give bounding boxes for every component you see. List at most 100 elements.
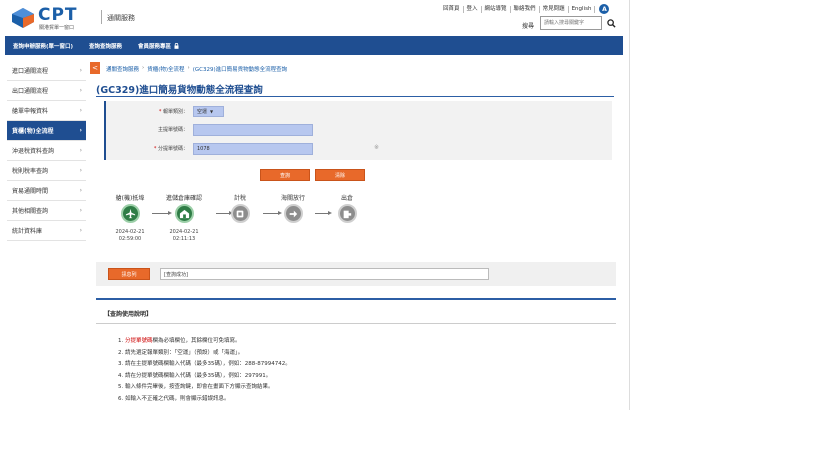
form-row-master: 主提單號碼： bbox=[106, 122, 612, 137]
type-label: * 報單類別： bbox=[158, 109, 188, 115]
logo-text: CPT bbox=[38, 5, 78, 25]
step-time: 02:11:13 bbox=[172, 236, 196, 242]
nav-item-label: 查詢查詢服務 bbox=[89, 43, 123, 50]
sidebar-item-label: 進口通關流程 bbox=[12, 68, 49, 75]
sidebar-item-label: 貨櫃(物)全流程 bbox=[12, 128, 54, 135]
sidebar-item-release-time[interactable]: 貿易通關時間 › bbox=[7, 181, 86, 201]
step-label: 計稅 bbox=[233, 195, 246, 202]
form-row-type: * 報單類別： 空運 ▼ bbox=[106, 104, 612, 119]
chevron-right-icon: › bbox=[79, 207, 82, 214]
top-link-login[interactable]: 登入 bbox=[464, 5, 482, 13]
house-bill-input[interactable]: 1078 bbox=[193, 143, 313, 155]
nav-item-member[interactable]: 會員服務專區 bbox=[130, 36, 187, 55]
house-bill-label: * 分提單號碼： bbox=[153, 146, 188, 152]
search-input[interactable] bbox=[540, 16, 602, 30]
sidebar-item-statistics[interactable]: 統計資料庫 › bbox=[7, 221, 86, 241]
instruction-line: 2. 請先選定報單類別：「空運」（預設）或「海運」。 bbox=[118, 349, 244, 356]
process-step-exit: 出倉 bbox=[320, 193, 374, 223]
breadcrumb-item: (GC329)進口簡易貨物動態全流程查詢 bbox=[192, 67, 288, 73]
search-button[interactable] bbox=[604, 16, 618, 30]
top-link-home[interactable]: 回首頁 bbox=[440, 5, 464, 13]
sidebar-item-container-flow[interactable]: 貨櫃(物)全流程 › bbox=[7, 121, 86, 141]
step-label: 出倉 bbox=[340, 195, 353, 202]
process-step-release: 海關放行 bbox=[266, 193, 320, 223]
nav-item-label: 查詢申辦服務(單一窗口) bbox=[13, 43, 74, 50]
note-star: ※ bbox=[374, 144, 380, 151]
top-link-faq[interactable]: 常見問題 bbox=[540, 5, 569, 13]
query-button[interactable]: 查詢 bbox=[260, 169, 310, 181]
brand-name: 通關服務 bbox=[107, 14, 135, 22]
sidebar-item-import[interactable]: 進口通關流程 › bbox=[7, 61, 86, 81]
nav-item-apply[interactable]: 查詢申辦服務(單一窗口) bbox=[5, 36, 81, 55]
message-bar-button[interactable]: 訊息列 bbox=[108, 268, 150, 280]
tax-icon bbox=[230, 204, 250, 223]
nav-item-query[interactable]: 查詢查詢服務 bbox=[81, 36, 130, 55]
top-link-contact[interactable]: 聯絡我們 bbox=[511, 5, 540, 13]
lock-icon bbox=[174, 42, 179, 49]
nav-item-label: 會員服務專區 bbox=[138, 43, 172, 50]
clear-button[interactable]: 清除 bbox=[315, 169, 365, 181]
instruction-line: 1. 分提單號碼欄為必填欄位，其餘欄位可免填寫。 bbox=[118, 338, 241, 344]
warehouse-icon bbox=[174, 204, 194, 223]
chevron-right-icon: › bbox=[79, 127, 82, 134]
title-divider bbox=[96, 96, 614, 97]
sidebar-item-tariff[interactable]: 稅則稅率查詢 › bbox=[7, 161, 86, 181]
instructions-title: 【查詢使用說明】 bbox=[104, 311, 153, 318]
page-title: (GC329)進口簡易貨物動態全流程查詢 bbox=[96, 85, 263, 96]
step-label: 艙(機)抵埠 bbox=[115, 195, 145, 202]
site-logo[interactable]: CPT 關港貿單一窗口 bbox=[10, 5, 100, 31]
message-field: [查詢成功] bbox=[160, 268, 489, 280]
app-root: CPT 關港貿單一窗口 通關服務 回首頁 登入 網站導覽 聯絡我們 常見問題 E… bbox=[0, 0, 825, 464]
top-links: 回首頁 登入 網站導覽 聯絡我們 常見問題 English A bbox=[440, 4, 610, 14]
type-select-value: 空運 bbox=[197, 109, 208, 115]
instructions-panel: 【查詢使用說明】 1. 分提單號碼欄為必填欄位，其餘欄位可免填寫。 2. 請先選… bbox=[96, 298, 616, 410]
chevron-right-icon: › bbox=[79, 167, 82, 174]
sidebar-item-label: 艙單申報資料 bbox=[12, 108, 49, 115]
chevron-right-icon: › bbox=[79, 187, 82, 194]
main-nav: 查詢申辦服務(單一窗口) 查詢查詢服務 會員服務專區 bbox=[5, 36, 623, 55]
sidebar-item-manifest[interactable]: 艙單申報資料 › bbox=[7, 101, 86, 121]
sidebar-item-label: 貿易通關時間 bbox=[12, 188, 49, 195]
type-select[interactable]: 空運 ▼ bbox=[193, 106, 224, 117]
step-date: 2024-02-21 bbox=[169, 229, 199, 235]
instructions-list: 1. 分提單號碼欄為必填欄位，其餘欄位可免填寫。 2. 請先選定報單類別：「空運… bbox=[118, 336, 291, 405]
arrow-right-icon bbox=[283, 204, 303, 223]
exit-icon bbox=[337, 204, 357, 223]
breadcrumb-separator: › bbox=[142, 65, 145, 71]
master-bill-input[interactable] bbox=[193, 124, 313, 136]
step-label: 海關放行 bbox=[280, 195, 305, 202]
breadcrumb: 通關查詢服務 › 貨櫃(物)全流程 › (GC329)進口簡易貨物動態全流程查詢 bbox=[106, 65, 287, 73]
airplane-icon bbox=[120, 204, 140, 223]
message-bar: 訊息列 [查詢成功] bbox=[96, 262, 616, 286]
sidebar-item-label: 統計資料庫 bbox=[12, 228, 43, 235]
logo-subtitle: 關港貿單一窗口 bbox=[39, 25, 75, 31]
instruction-line: 6. 如輸入不正確之代碼，則會顯示錯誤訊息。 bbox=[118, 395, 230, 402]
step-date: 2024-02-21 bbox=[115, 229, 145, 235]
sidebar-item-export[interactable]: 出口通關流程 › bbox=[7, 81, 86, 101]
form-row-house: * 分提單號碼： 1078 ※ bbox=[106, 141, 612, 156]
top-link-english[interactable]: English bbox=[569, 5, 596, 13]
chevron-right-icon: › bbox=[79, 67, 82, 74]
chevron-right-icon: › bbox=[79, 147, 82, 154]
query-form: * 報單類別： 空運 ▼ 主提單號碼： * 分提單號碼： 1078 ※ bbox=[104, 101, 612, 160]
sidebar-item-label: 出口通關流程 bbox=[12, 88, 49, 95]
sidebar-item-other[interactable]: 其他相關查詢 › bbox=[7, 201, 86, 221]
sidebar-item-drawback[interactable]: 沖退稅資料查詢 › bbox=[7, 141, 86, 161]
accessibility-icon[interactable]: A bbox=[599, 4, 610, 14]
process-step-tax: 計稅 bbox=[213, 193, 267, 223]
sidebar-item-label: 稅則稅率查詢 bbox=[12, 168, 49, 175]
step-label: 進儲倉庫確認 bbox=[165, 195, 202, 202]
brand-divider bbox=[101, 10, 102, 24]
instruction-line: 3. 請在主提單號碼欄輸入代碼（最多35碼），例如：288-87994742。 bbox=[118, 361, 291, 367]
chevron-right-icon: › bbox=[79, 87, 82, 94]
breadcrumb-item[interactable]: 通關查詢服務 bbox=[106, 65, 139, 73]
instruction-line: 4. 請在分提單號碼欄輸入代碼（最多35碼），例如：297991。 bbox=[118, 372, 272, 379]
top-link-sitemap[interactable]: 網站導覽 bbox=[482, 5, 511, 13]
instruction-line: 5. 輸入條件完畢後，按查詢鍵，即會在畫面下方顯示查詢結果。 bbox=[118, 384, 274, 390]
browser-viewport: CPT 關港貿單一窗口 通關服務 回首頁 登入 網站導覽 聯絡我們 常見問題 E… bbox=[0, 0, 630, 410]
chevron-right-icon: › bbox=[79, 107, 82, 114]
logo-mark-icon bbox=[12, 8, 34, 28]
back-button[interactable]: < bbox=[90, 62, 100, 74]
chevron-right-icon: › bbox=[79, 227, 82, 234]
breadcrumb-item[interactable]: 貨櫃(物)全流程 bbox=[147, 65, 184, 73]
